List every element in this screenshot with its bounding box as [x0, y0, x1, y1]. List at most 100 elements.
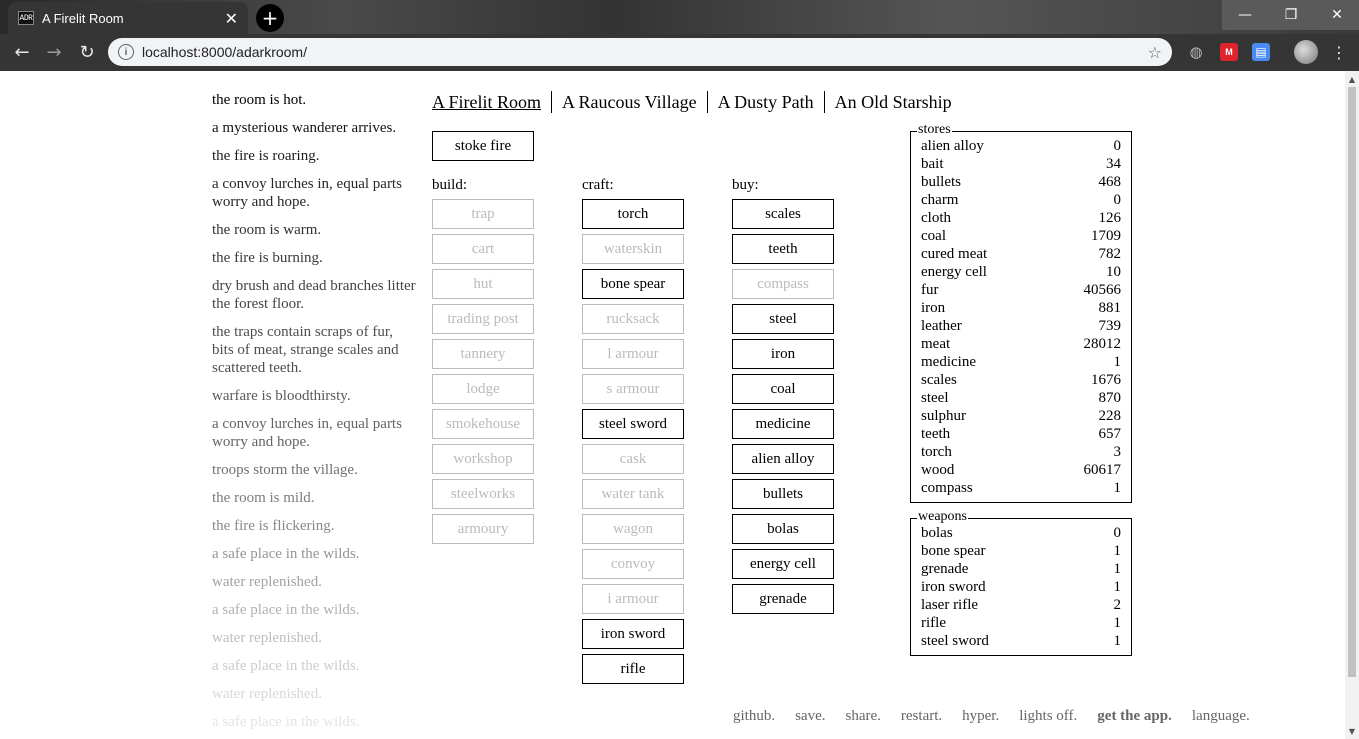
stores-item-name: teeth — [921, 426, 951, 442]
stoke-fire-button[interactable]: stoke fire — [432, 131, 534, 161]
buy-button[interactable]: teeth — [732, 234, 834, 264]
stores-item-value: 28012 — [1083, 336, 1122, 352]
craft-button[interactable]: steel sword — [582, 409, 684, 439]
build-button: workshop — [432, 444, 534, 474]
build-button: steelworks — [432, 479, 534, 509]
build-button: hut — [432, 269, 534, 299]
restore-button[interactable]: ❐ — [1268, 0, 1314, 30]
stores-item-value: 1676 — [1091, 372, 1121, 388]
location-tab[interactable]: A Raucous Village — [551, 91, 707, 113]
craft-button: waterskin — [582, 234, 684, 264]
scrollbar-thumb[interactable] — [1348, 87, 1356, 677]
stores-row: coal 1709 — [911, 227, 1131, 245]
craft-button[interactable]: rifle — [582, 654, 684, 684]
craft-button[interactable]: iron sword — [582, 619, 684, 649]
stores-item-name: compass — [921, 480, 973, 496]
notification-item: a convoy lurches in, equal parts worry a… — [212, 176, 402, 210]
stores-item-value: 60617 — [1083, 462, 1122, 478]
game-page: the room is hot. a mysterious wanderer ar… — [0, 71, 1345, 739]
location-tab[interactable]: An Old Starship — [823, 91, 962, 113]
notification-item: a safe place in the wilds. — [212, 602, 360, 618]
buy-button[interactable]: bolas — [732, 514, 834, 544]
stores-item-name: torch — [921, 444, 952, 460]
profile-avatar[interactable] — [1294, 40, 1318, 64]
scroll-up-icon[interactable]: ▲ — [1345, 72, 1359, 86]
stores-item-name: wood — [921, 462, 955, 478]
stores-item-name: coal — [921, 228, 946, 244]
weapons-row: bolas 0 — [911, 524, 1131, 542]
bookmark-star-icon[interactable]: ☆ — [1148, 43, 1162, 62]
location-tab[interactable]: A Firelit Room — [432, 91, 551, 113]
footer-link[interactable]: hyper. — [962, 708, 999, 725]
buy-button[interactable]: medicine — [732, 409, 834, 439]
footer-link[interactable]: github. — [733, 708, 775, 725]
weapons-item-value: 1 — [1113, 579, 1122, 595]
stores-row: cloth 126 — [911, 209, 1131, 227]
buy-button[interactable]: energy cell — [732, 549, 834, 579]
footer-link[interactable]: restart. — [901, 708, 942, 725]
info-icon[interactable]: i — [118, 44, 134, 60]
scroll-down-icon[interactable]: ▼ — [1345, 724, 1359, 738]
stores-item-name: alien alloy — [921, 138, 984, 154]
stores-item-value: 228 — [1098, 408, 1122, 424]
back-icon[interactable]: ← — [10, 40, 34, 64]
page-scrollbar[interactable]: ▲ ▼ — [1345, 71, 1359, 739]
footer-link[interactable]: language. — [1192, 708, 1250, 725]
buy-button[interactable]: grenade — [732, 584, 834, 614]
forward-icon[interactable]: → — [42, 40, 66, 64]
notification-item: dry brush and dead branches litter the f… — [212, 278, 416, 312]
notification-item: troops storm the village. — [212, 462, 358, 478]
stores-item-value: 1 — [1113, 480, 1122, 496]
build-button: smokehouse — [432, 409, 534, 439]
location-tab[interactable]: A Dusty Path — [706, 91, 824, 113]
stores-item-value: 881 — [1098, 300, 1122, 316]
buy-button[interactable]: steel — [732, 304, 834, 334]
craft-button[interactable]: bone spear — [582, 269, 684, 299]
globe-extension-icon[interactable]: ◍ — [1187, 43, 1205, 61]
footer-link[interactable]: share. — [846, 708, 881, 725]
footer-link[interactable]: get the app. — [1097, 708, 1172, 725]
reload-icon[interactable]: ↻ — [75, 40, 99, 64]
weapons-row: steel sword 1 — [911, 632, 1131, 650]
new-tab-button[interactable]: + — [256, 4, 284, 32]
weapons-item-name: bolas — [921, 525, 953, 541]
stores-item-name: bullets — [921, 174, 961, 190]
address-bar[interactable]: i localhost:8000/adarkroom/ ☆ — [108, 38, 1172, 66]
close-window-button[interactable]: ✕ — [1314, 0, 1359, 30]
craft-button[interactable]: torch — [582, 199, 684, 229]
weapons-item-value: 1 — [1113, 561, 1122, 577]
mega-extension-icon[interactable]: M — [1220, 43, 1238, 61]
weapons-item-value: 2 — [1113, 597, 1122, 613]
menu-icon[interactable]: ⋮ — [1330, 43, 1348, 62]
stores-item-value: 1 — [1113, 354, 1122, 370]
build-button: armoury — [432, 514, 534, 544]
stores-row: scales 1676 — [911, 371, 1131, 389]
stores-item-name: bait — [921, 156, 944, 172]
stores-item-name: cloth — [921, 210, 951, 226]
stores-item-name: meat — [921, 336, 951, 352]
footer-link[interactable]: lights off. — [1019, 708, 1077, 725]
notification-item: the traps contain scraps of fur, bits of… — [212, 324, 399, 376]
stores-item-name: medicine — [921, 354, 976, 370]
stores-row: cured meat 782 — [911, 245, 1131, 263]
stores-row: wood 60617 — [911, 461, 1131, 479]
weapons-item-name: steel sword — [921, 633, 989, 649]
stores-item-value: 34 — [1106, 156, 1121, 172]
docs-extension-icon[interactable]: ▤ — [1252, 43, 1270, 61]
close-tab-icon[interactable]: ✕ — [225, 9, 238, 28]
buy-button[interactable]: alien alloy — [732, 444, 834, 474]
buy-button[interactable]: bullets — [732, 479, 834, 509]
weapons-panel: weapons bolas 0 bone spear 1 grenade 1 iron sw… — [910, 509, 1132, 656]
notification-item: a safe place in the wilds. — [212, 546, 360, 562]
browser-tab[interactable]: ADR A Firelit Room ✕ — [8, 2, 248, 34]
buy-button[interactable]: scales — [732, 199, 834, 229]
stores-item-value: 3 — [1113, 444, 1122, 460]
stores-row: steel 870 — [911, 389, 1131, 407]
buy-button[interactable]: coal — [732, 374, 834, 404]
buy-button[interactable]: iron — [732, 339, 834, 369]
footer-link[interactable]: save. — [795, 708, 825, 725]
stores-item-name: scales — [921, 372, 957, 388]
notification-item: the fire is roaring. — [212, 148, 320, 164]
minimize-button[interactable]: — — [1222, 0, 1268, 30]
url-text[interactable]: localhost:8000/adarkroom/ — [142, 44, 1148, 60]
